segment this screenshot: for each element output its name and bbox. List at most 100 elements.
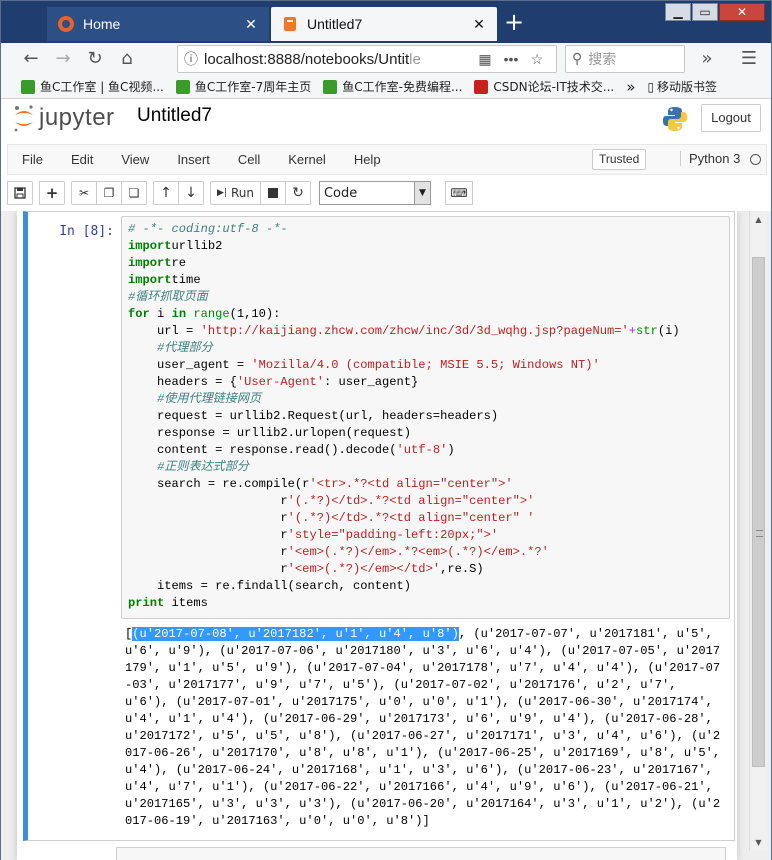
cell-type-select[interactable]: Code ▼	[318, 181, 431, 205]
scroll-down-icon[interactable]: ▼	[750, 834, 767, 851]
jupyter-logo[interactable]: jupyter	[13, 103, 115, 133]
input-prompt: In [8]:	[59, 224, 114, 239]
menu-edit[interactable]: Edit	[57, 152, 107, 167]
bookmarks-bar: 鱼C工作室 | 鱼C视频... 鱼C工作室-7周年主页 鱼C工作室-免费编程..…	[1, 75, 771, 99]
code-line: importurllib2	[128, 239, 223, 253]
home-icon[interactable]: ⌂	[113, 45, 141, 73]
run-button[interactable]: ▶| Run	[210, 181, 261, 205]
qr-code-icon[interactable]: ▦	[472, 51, 498, 68]
bookmark-item[interactable]: CSDN论坛-IT技术交...	[468, 78, 620, 95]
command-palette-button[interactable]: ⌨	[444, 181, 473, 205]
code-line: # -*- coding:utf-8 -*-	[128, 222, 288, 236]
code-line: #正则表达式部分	[128, 460, 249, 474]
paste-icon: ❏	[128, 186, 140, 200]
search-icon: ⚲	[572, 51, 583, 67]
close-tab-icon[interactable]: ✕	[243, 16, 259, 33]
notebook-menubar: File Edit View Insert Cell Kernel Help T…	[7, 144, 767, 175]
paste-button[interactable]: ❏	[121, 181, 147, 205]
page-actions-icon[interactable]: •••	[498, 51, 524, 67]
logout-button[interactable]: Logout	[701, 104, 761, 132]
bookmark-item[interactable]: 鱼C工作室 | 鱼C视频...	[15, 78, 170, 95]
code-line: #使用代理链接网页	[128, 392, 262, 406]
code-line: url = 'http://kaijiang.zhcw.com/zhcw/inc…	[128, 324, 680, 338]
scissors-icon: ✂	[78, 186, 90, 200]
bookmark-star-icon[interactable]: ☆	[524, 51, 550, 68]
save-button[interactable]	[7, 181, 33, 205]
bookmark-favicon-icon	[323, 79, 338, 94]
cut-button[interactable]: ✂	[71, 181, 97, 205]
menu-cell[interactable]: Cell	[224, 152, 274, 167]
menu-help[interactable]: Help	[340, 152, 395, 167]
address-bar[interactable]: ⓘ localhost:8888/notebooks/Untitle ▦ •••…	[177, 45, 557, 73]
move-up-button[interactable]: ↑	[153, 181, 179, 205]
kernel-status-icon	[750, 154, 761, 165]
mobile-bookmarks-folder[interactable]: ▯ 移动版书签	[641, 78, 723, 95]
notebook-title[interactable]: Untitled7	[137, 105, 212, 127]
code-line: r'<em>(.*?)</em>.*?<em>(.*?)</em>.*?'	[128, 545, 549, 559]
jupyter-favicon-icon	[58, 16, 74, 32]
next-cell[interactable]	[116, 847, 726, 860]
search-input[interactable]: ⚲ 搜索	[565, 45, 685, 73]
restart-icon: ↻	[292, 185, 304, 201]
close-window-button[interactable]: ✕	[719, 3, 765, 21]
python-logo-icon	[663, 107, 687, 131]
insert-cell-button[interactable]: +	[39, 181, 65, 205]
tab-label: Untitled7	[307, 16, 363, 32]
restart-button[interactable]: ↻	[284, 181, 311, 205]
interrupt-button[interactable]	[259, 181, 286, 205]
close-tab-icon[interactable]: ✕	[471, 16, 487, 33]
code-line: importre	[128, 256, 187, 270]
back-icon[interactable]: ←	[17, 45, 45, 73]
code-line: r'<em>(.*?)</em></td>',re.S)	[128, 562, 484, 576]
menu-file[interactable]: File	[8, 152, 57, 167]
overflow-menu-icon[interactable]: »	[693, 45, 721, 73]
code-line: r'style="padding-left:20px;">'	[128, 528, 499, 542]
scroll-up-icon[interactable]: ▲	[750, 211, 767, 228]
code-line: for i in range(1,10):	[128, 307, 281, 321]
code-cell[interactable]: In [8]: # -*- coding:utf-8 -*- importurll…	[23, 211, 735, 841]
menu-view[interactable]: View	[107, 152, 163, 167]
tab-home[interactable]: Home ✕	[47, 7, 269, 41]
jupyter-header: jupyter Untitled7 Logout	[1, 99, 771, 139]
bookmark-item[interactable]: 鱼C工作室-7周年主页	[170, 78, 317, 95]
move-down-button[interactable]: ↓	[178, 181, 204, 205]
code-line: print items	[128, 596, 208, 610]
vertical-scrollbar[interactable]: ▲ ▼	[749, 211, 767, 851]
scrollbar-thumb[interactable]	[752, 257, 765, 767]
chevron-down-icon: ▼	[413, 182, 430, 204]
hamburger-menu-icon[interactable]: ☰	[735, 45, 763, 73]
code-editor[interactable]: # -*- coding:utf-8 -*- importurllib2 impor…	[121, 216, 730, 619]
menu-kernel[interactable]: Kernel	[274, 152, 340, 167]
more-bookmarks-icon[interactable]: »	[620, 78, 641, 96]
url-text: localhost:8888/notebooks/Untitle	[204, 50, 421, 68]
navigation-bar: ← → ↻ ⌂ ⓘ localhost:8888/notebooks/Untit…	[1, 43, 771, 75]
code-line: r'(.*?)</td>.*?<td align="center" '	[128, 511, 535, 525]
arrow-up-icon: ↑	[160, 185, 172, 201]
maximize-button[interactable]: ▭	[692, 3, 718, 21]
tab-strip: Home ✕ Untitled7 ✕ + ▁ ▭ ✕	[1, 1, 771, 43]
copy-button[interactable]: ❐	[96, 181, 122, 205]
jupyter-logo-icon	[14, 105, 33, 132]
code-line: search = re.compile(r'<tr>.*?<td align="…	[128, 477, 513, 491]
notebook-toolbar: + ✂ ❐ ❏ ↑ ↓ ▶| Run ↻ Code ▼ ⌨	[7, 178, 767, 208]
browser-window: Home ✕ Untitled7 ✕ + ▁ ▭ ✕ ← → ↻ ⌂ ⓘ loc…	[0, 0, 772, 860]
bookmark-item[interactable]: 鱼C工作室-免费编程...	[317, 78, 468, 95]
site-info-icon[interactable]: ⓘ	[184, 49, 204, 69]
trusted-indicator[interactable]: Trusted	[592, 149, 647, 170]
step-forward-icon: ▶|	[217, 188, 227, 198]
tab-notebook[interactable]: Untitled7 ✕	[271, 7, 497, 41]
bookmark-favicon-icon	[21, 79, 35, 94]
save-icon	[14, 187, 26, 199]
keyboard-icon: ⌨	[450, 186, 468, 200]
code-line: r'(.*?)</td>.*?<td align="center">'	[128, 494, 535, 508]
code-line: content = response.read().decode('utf-8'…	[128, 443, 455, 457]
output-text: , (u'2017-07-07', u'2017181', u'5', u'6'…	[125, 627, 728, 828]
minimize-button[interactable]: ▁	[665, 3, 691, 21]
forward-icon[interactable]: →	[49, 45, 77, 73]
reload-icon[interactable]: ↻	[81, 45, 109, 73]
code-line: response = urllib2.urlopen(request)	[128, 426, 412, 440]
stop-icon	[267, 188, 278, 198]
cell-output[interactable]: [(u'2017-07-08', u'2017182', u'1', u'4',…	[125, 626, 721, 830]
menu-insert[interactable]: Insert	[163, 152, 224, 167]
new-tab-button[interactable]: +	[501, 9, 527, 35]
